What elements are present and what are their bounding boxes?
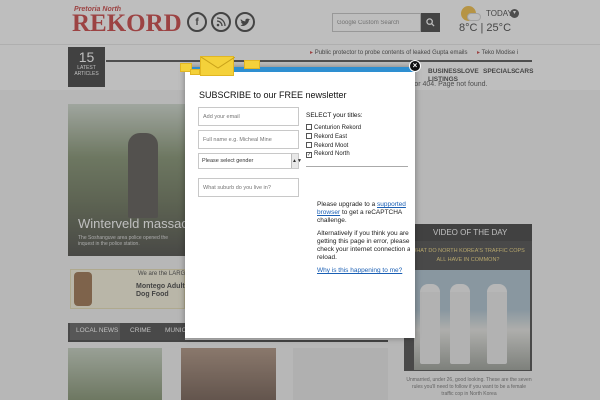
email-field[interactable] xyxy=(198,107,299,126)
captcha-text: Please upgrade to a xyxy=(317,201,376,208)
captcha-text: getting this page in error, please xyxy=(317,238,410,245)
modal-title: SUBSCRIBE to our FREE newsletter xyxy=(199,90,347,100)
title-checkbox-rekord-east[interactable]: Rekord East xyxy=(306,133,347,140)
checkbox[interactable] xyxy=(306,133,312,139)
captcha-text: reload. xyxy=(317,254,337,261)
titles-heading: SELECT your titles: xyxy=(306,112,363,119)
captcha-message: browser to get a reCAPTCHA xyxy=(317,209,410,217)
chevron-down-icon[interactable]: ▲▼ xyxy=(291,154,302,168)
supported-browser-link[interactable]: supported xyxy=(377,201,406,208)
checkbox[interactable] xyxy=(306,142,312,148)
captcha-text: challenge. xyxy=(317,217,347,224)
checkbox-label: Centurion Rekord xyxy=(314,125,362,131)
close-icon[interactable]: × xyxy=(409,60,421,72)
checkbox-label: Rekord North xyxy=(314,151,350,157)
captcha-text: to get a reCAPTCHA xyxy=(341,209,403,216)
title-checkbox-centurion-rekord[interactable]: Centurion Rekord xyxy=(306,124,361,131)
captcha-text: Alternatively if you think you are xyxy=(317,230,409,237)
title-checkbox-rekord-north[interactable]: ✓ Rekord North xyxy=(306,151,350,158)
checkbox-checked[interactable]: ✓ xyxy=(306,152,312,158)
full-name-field[interactable] xyxy=(198,130,299,149)
envelope-icon xyxy=(190,69,200,75)
supported-browser-link[interactable]: browser xyxy=(317,209,340,216)
gender-select[interactable]: Please select gender xyxy=(198,153,299,169)
envelope-icon xyxy=(200,56,235,76)
suburb-field[interactable] xyxy=(198,178,299,197)
captcha-why-link[interactable]: Why is this happening to me? xyxy=(317,267,410,275)
checkbox-label: Rekord Moot xyxy=(314,143,349,149)
captcha-text: check your internet connection and xyxy=(317,246,410,253)
captcha-message: Please upgrade to a supported xyxy=(317,201,410,209)
checkbox-label: Rekord East xyxy=(314,134,348,140)
title-checkbox-rekord-moot[interactable]: Rekord Moot xyxy=(306,142,348,149)
envelope-icon xyxy=(244,60,260,69)
checkbox[interactable] xyxy=(306,124,312,130)
captcha-divider xyxy=(306,166,408,167)
